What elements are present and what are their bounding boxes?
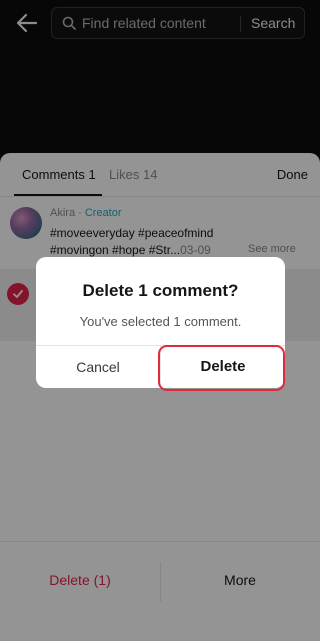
delete-highlight-outline	[158, 345, 285, 391]
cancel-button[interactable]: Cancel	[36, 345, 160, 388]
dialog-message: You've selected 1 comment.	[79, 314, 242, 329]
dialog-title: Delete 1 comment?	[82, 281, 239, 300]
